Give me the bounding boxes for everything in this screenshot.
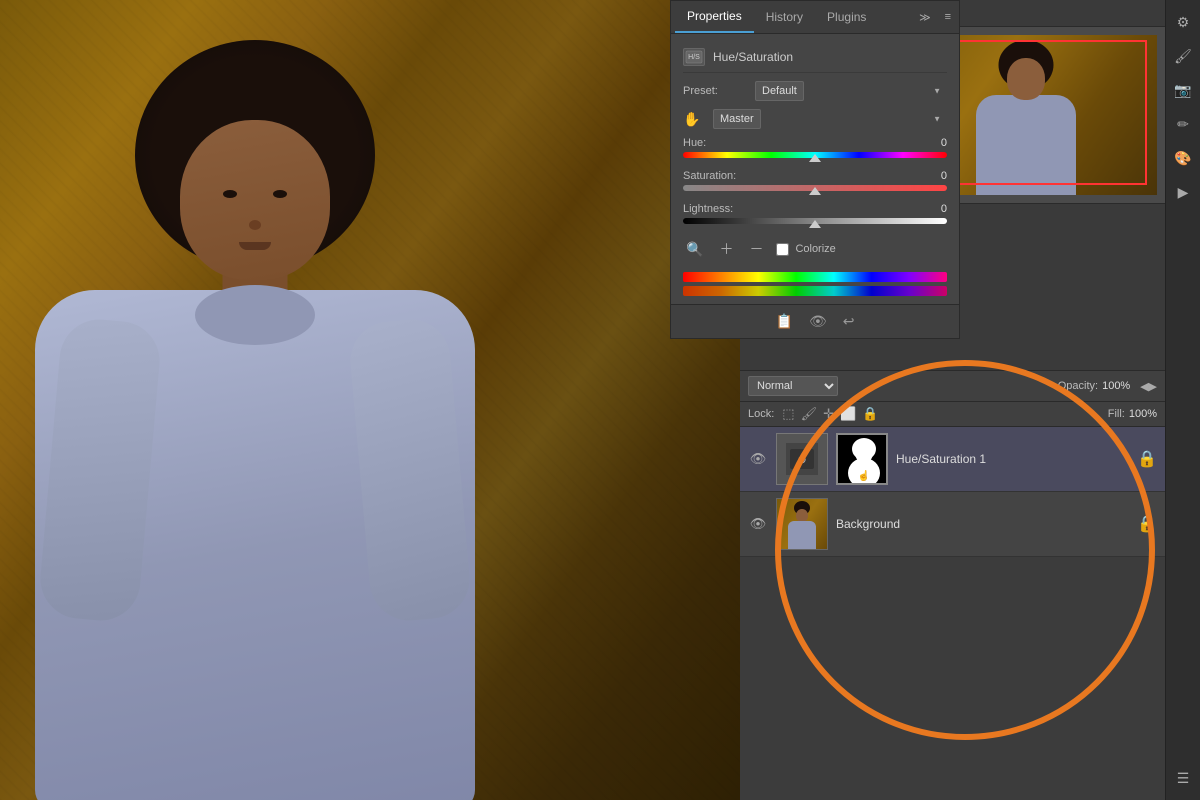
preset-label: Preset: — [683, 85, 755, 97]
panel-bottom-bar: 📋 👁 ↩ — [671, 304, 959, 338]
person-photo — [30, 0, 480, 800]
panel-title: Hue/Saturation — [713, 50, 793, 64]
layer-item-background[interactable]: 👁 Background 🔒 — [740, 492, 1165, 557]
hue-label-row: Hue: 0 — [683, 137, 947, 149]
hand-tool-icon[interactable]: ✋ — [683, 111, 713, 128]
tab-properties[interactable]: Properties — [675, 1, 754, 33]
layer-icon-hue-sat: ⊙ — [776, 433, 828, 485]
settings-icon[interactable]: ⚙ — [1169, 8, 1197, 36]
lightness-slider-row: Lightness: 0 — [683, 203, 947, 224]
fill-label: Fill: — [1108, 408, 1125, 420]
preset-select[interactable]: Default — [755, 81, 804, 101]
opacity-value[interactable]: 100% — [1102, 380, 1132, 392]
lightness-label: Lightness: — [683, 203, 733, 215]
saturation-label-row: Saturation: 0 — [683, 170, 947, 182]
hue-value: 0 — [917, 137, 947, 149]
lock-icons: ⬚ 🖌 ✛ ⬜ 🔒 — [782, 406, 878, 422]
panel-content: H/S Hue/Saturation Preset: Default ▼ ✋ — [671, 34, 959, 304]
layers-top-bar: Normal Opacity: 100% ◀▶ — [740, 371, 1165, 402]
svg-text:⊙: ⊙ — [797, 454, 806, 466]
lock-artboard-icon[interactable]: ⬜ — [840, 406, 856, 422]
layer-lock-hue-sat: 🔒 — [1137, 449, 1157, 469]
saturation-label: Saturation: — [683, 170, 736, 182]
lock-all-icon[interactable]: 🔒 — [862, 406, 878, 422]
expand-panel-icon[interactable]: ≫ — [915, 9, 935, 26]
hue-thumb[interactable] — [809, 154, 821, 162]
layer-lock-background: 🔒 — [1137, 514, 1157, 534]
panel-tab-bar: Properties History Plugins ≫ ≡ — [671, 1, 959, 34]
lock-image-icon[interactable]: 🖌 — [801, 406, 818, 422]
colorize-label[interactable]: Colorize — [795, 243, 835, 255]
svg-text:☝: ☝ — [858, 469, 870, 482]
palette-icon[interactable]: 🎨 — [1169, 144, 1197, 172]
layer-name-hue-sat: Hue/Saturation 1 — [896, 452, 1129, 466]
opacity-label: Opacity: — [1058, 380, 1098, 392]
lock-position-icon[interactable]: ✛ — [823, 406, 834, 422]
layer-item-hue-sat[interactable]: 👁 ⊙ ☝ Hu — [740, 427, 1165, 492]
hue-label: Hue: — [683, 137, 706, 149]
channel-row: ✋ Master ▼ — [683, 109, 947, 129]
opacity-slider-expand[interactable]: ◀▶ — [1140, 380, 1157, 393]
reset-icon[interactable]: ↩ — [843, 313, 855, 330]
lightness-value: 0 — [917, 203, 947, 215]
clip-layer-icon[interactable]: 📋 — [776, 313, 793, 330]
layer-name-background: Background — [836, 517, 1129, 531]
brush-icon[interactable]: 🖌 — [1169, 42, 1197, 70]
channel-select[interactable]: Master — [713, 109, 761, 129]
preset-select-wrapper: Default ▼ — [755, 81, 947, 101]
tab-plugins[interactable]: Plugins — [815, 2, 878, 32]
svg-text:H/S: H/S — [688, 54, 700, 61]
color-bar-top — [683, 272, 947, 282]
adjustment-icon: H/S — [683, 48, 705, 66]
tab-history[interactable]: History — [754, 2, 815, 32]
channel-select-arrow: ▼ — [933, 115, 941, 124]
visibility-icon[interactable]: 👁 — [809, 313, 827, 330]
layer-visibility-background[interactable]: 👁 — [748, 514, 768, 534]
panel-tab-icons: ≫ ≡ — [915, 9, 955, 26]
panel-menu-icon[interactable]: ≡ — [941, 9, 955, 25]
lightness-thumb[interactable] — [809, 220, 821, 228]
eyedropper-minus-tool[interactable]: － — [746, 236, 766, 262]
hue-slider-container — [683, 152, 947, 158]
color-bar-bottom — [683, 286, 947, 296]
eyedropper-plus-tool[interactable]: ＋ — [716, 236, 736, 262]
saturation-slider-row: Saturation: 0 — [683, 170, 947, 191]
fill-area: Fill: 100% — [1108, 408, 1157, 420]
layer-mask-hue-sat[interactable]: ☝ — [836, 433, 888, 485]
preset-row: Preset: Default ▼ — [683, 81, 947, 101]
layers-icon[interactable]: ☰ — [1169, 764, 1197, 792]
color-bars — [683, 272, 947, 296]
pen-icon[interactable]: ✏ — [1169, 110, 1197, 138]
camera-icon[interactable]: 📷 — [1169, 76, 1197, 104]
panel-title-row: H/S Hue/Saturation — [683, 42, 947, 73]
main-canvas — [0, 0, 740, 800]
fill-value[interactable]: 100% — [1129, 408, 1157, 420]
layer-visibility-hue-sat[interactable]: 👁 — [748, 449, 768, 469]
layers-panel: Normal Opacity: 100% ◀▶ Lock: ⬚ 🖌 ✛ ⬜ 🔒 … — [740, 370, 1165, 800]
lock-label: Lock: — [748, 408, 774, 420]
lightness-label-row: Lightness: 0 — [683, 203, 947, 215]
saturation-value: 0 — [917, 170, 947, 182]
lightness-slider-container — [683, 218, 947, 224]
play-icon[interactable]: ▶ — [1169, 178, 1197, 206]
saturation-thumb[interactable] — [809, 187, 821, 195]
right-toolbar: ⚙ 🖌 📷 ✏ 🎨 ▶ ☰ — [1165, 0, 1200, 800]
opacity-row: Opacity: 100% ◀▶ — [1058, 380, 1157, 393]
saturation-slider-container — [683, 185, 947, 191]
properties-panel-inner: Properties History Plugins ≫ ≡ H/S Hue/S… — [670, 0, 960, 339]
channel-select-wrapper: Master ▼ — [713, 109, 947, 129]
lock-pixels-icon[interactable]: ⬚ — [782, 406, 794, 422]
tools-row: 🔍 ＋ － Colorize — [683, 236, 947, 262]
hue-slider-row: Hue: 0 — [683, 137, 947, 158]
layer-thumb-background — [776, 498, 828, 550]
colorize-row: Colorize — [776, 243, 835, 256]
blend-mode-select[interactable]: Normal — [748, 376, 838, 396]
preset-select-arrow: ▼ — [933, 87, 941, 96]
layers-lock-bar: Lock: ⬚ 🖌 ✛ ⬜ 🔒 Fill: 100% — [740, 402, 1165, 427]
eyedropper-tool[interactable]: 🔍 — [683, 238, 706, 261]
colorize-checkbox[interactable] — [776, 243, 789, 256]
